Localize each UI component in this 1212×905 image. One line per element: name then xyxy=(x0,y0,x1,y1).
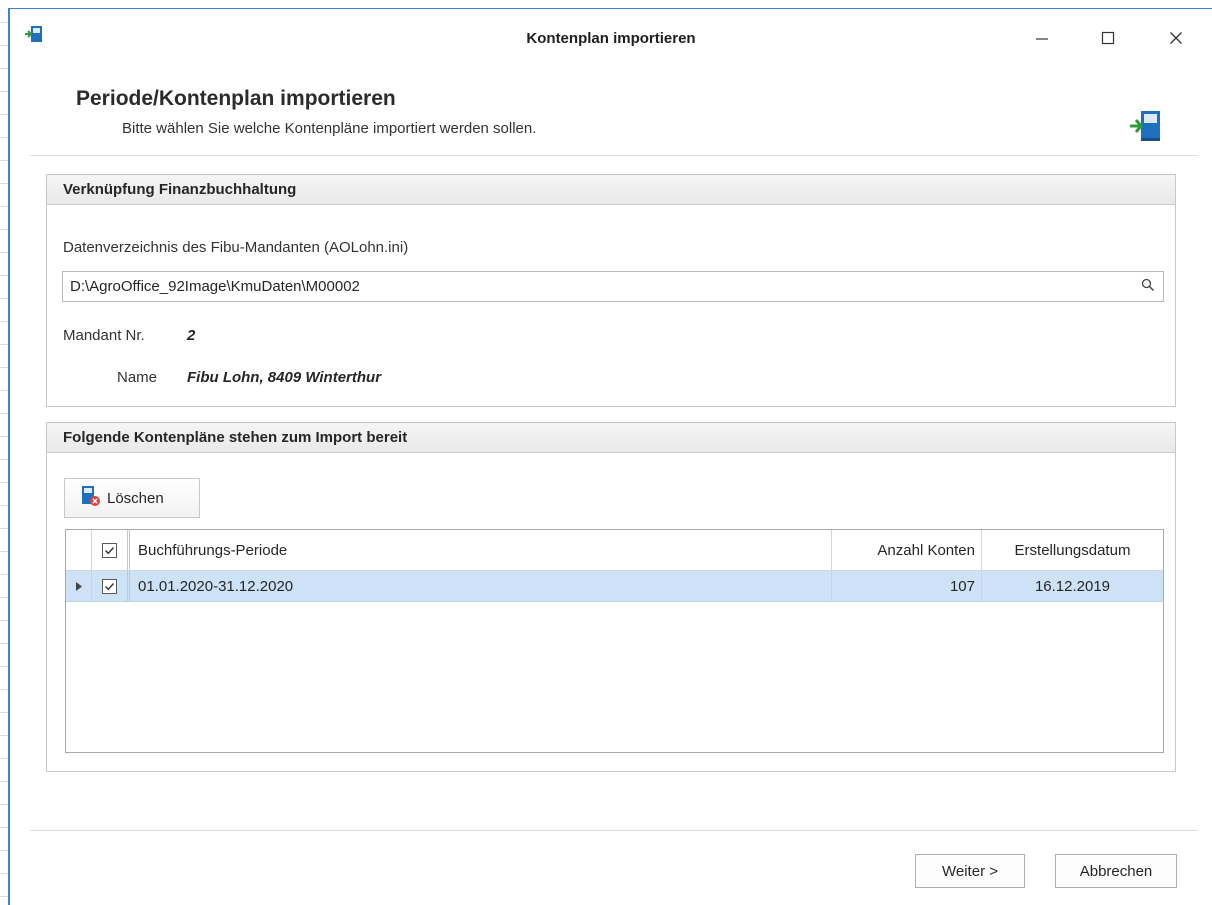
background-window-edge xyxy=(0,0,8,905)
dir-label: Datenverzeichnis des Fibu-Mandanten (AOL… xyxy=(63,239,409,256)
table-header: Buchführungs-Periode Anzahl Konten Erste… xyxy=(66,530,1163,571)
minimize-button[interactable] xyxy=(1022,23,1062,53)
title-bar: Kontenplan importieren xyxy=(10,9,1212,69)
row-date: 16.12.2019 xyxy=(1034,577,1111,595)
maximize-button[interactable] xyxy=(1088,23,1128,53)
row-count: 107 xyxy=(832,571,982,601)
header-divider xyxy=(30,155,1198,156)
table-row[interactable]: 01.01.2020-31.12.2020 107 16.12.2019 xyxy=(66,571,1163,602)
checkbox-icon[interactable] xyxy=(102,542,117,558)
header-indicator-cell xyxy=(66,530,92,570)
import-group-title: Folgende Kontenpläne stehen zum Import b… xyxy=(47,423,1175,453)
link-group-title: Verknüpfung Finanzbuchhaltung xyxy=(47,175,1175,205)
dir-path-input[interactable] xyxy=(62,271,1164,302)
row-period: 01.01.2020-31.12.2020 xyxy=(130,571,832,601)
delete-book-icon xyxy=(79,485,101,511)
column-header-date[interactable]: Erstellungsdatum xyxy=(982,530,1163,570)
import-table: Buchführungs-Periode Anzahl Konten Erste… xyxy=(65,529,1164,753)
name-label: Name xyxy=(117,369,158,386)
cancel-button[interactable]: Abbrechen xyxy=(1055,854,1177,888)
row-indicator-icon xyxy=(66,571,92,601)
checkbox-icon[interactable] xyxy=(102,578,117,594)
mandant-value: 2 xyxy=(187,327,196,344)
close-button[interactable] xyxy=(1156,23,1196,53)
page-title: Periode/Kontenplan importieren xyxy=(76,87,396,110)
link-group: Verknüpfung Finanzbuchhaltung Datenverze… xyxy=(46,174,1176,407)
delete-button-label: Löschen xyxy=(107,489,164,507)
header-select-all[interactable] xyxy=(92,530,130,570)
name-value: Fibu Lohn, 8409 Winterthur xyxy=(187,369,382,386)
next-button[interactable]: Weiter > xyxy=(915,854,1025,888)
page-subtitle: Bitte wählen Sie welche Kontenpläne impo… xyxy=(122,120,537,137)
import-group: Folgende Kontenpläne stehen zum Import b… xyxy=(46,422,1176,772)
mandant-label: Mandant Nr. xyxy=(63,327,145,344)
minimize-icon xyxy=(1036,38,1048,40)
row-checkbox[interactable] xyxy=(92,571,130,601)
footer-divider xyxy=(30,830,1198,831)
delete-button[interactable]: Löschen xyxy=(64,478,200,518)
close-icon xyxy=(1170,32,1182,44)
import-dialog: Kontenplan importieren Periode/Kontenpla… xyxy=(8,8,1212,905)
maximize-icon xyxy=(1101,31,1115,45)
import-book-icon xyxy=(1128,109,1164,150)
column-header-period[interactable]: Buchführungs-Periode xyxy=(130,530,832,570)
search-icon[interactable] xyxy=(1141,278,1155,297)
column-header-count[interactable]: Anzahl Konten xyxy=(832,530,982,570)
